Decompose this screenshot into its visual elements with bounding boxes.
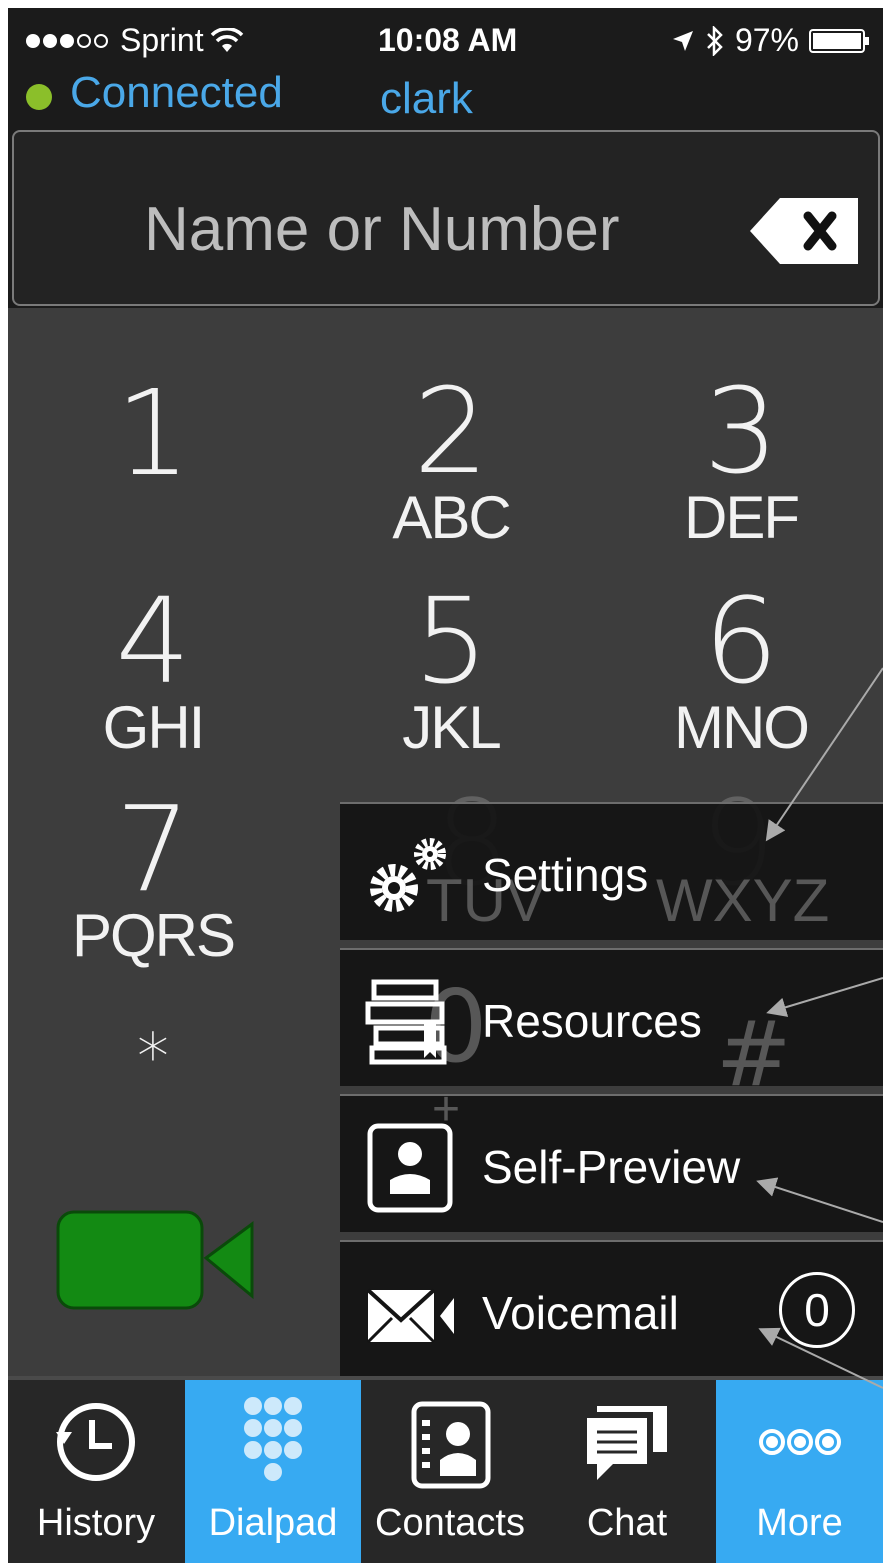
- gears-icon: [370, 838, 446, 912]
- location-arrow-icon: [672, 30, 693, 51]
- dialpad-key-3[interactable]: 3 DEF: [616, 372, 866, 548]
- dialpad-key-1[interactable]: 1: [28, 374, 278, 492]
- self-preview-icon: [367, 1123, 453, 1213]
- dialpad-key-9-letters: WXYZ: [656, 867, 830, 934]
- menu-item-settings[interactable]: TUV WXYZ Settings: [340, 802, 883, 940]
- backspace-icon[interactable]: [750, 198, 858, 264]
- tab-more[interactable]: More: [716, 1380, 883, 1563]
- menu-item-self-preview[interactable]: + Self-Preview: [340, 1083, 883, 1232]
- dialpad-icon: [244, 1397, 302, 1481]
- tab-history[interactable]: History: [8, 1380, 184, 1563]
- wifi-icon: [210, 27, 243, 52]
- phone-screen: Sprint 10:08 AM 97% Connected clark Name…: [8, 8, 883, 1563]
- tab-bar: History Dialpad Contacts Chat More: [8, 1376, 883, 1563]
- status-bar: Sprint 10:08 AM 97%: [8, 8, 883, 70]
- dialpad-key-2[interactable]: 2 ABC: [326, 372, 576, 548]
- tab-dialpad[interactable]: Dialpad: [185, 1380, 361, 1563]
- battery-icon: [809, 28, 869, 53]
- dialpad-key-4[interactable]: 4 GHI: [28, 582, 278, 758]
- more-menu: TUV WXYZ Settings 0 # Resources + Self-P…: [340, 802, 883, 1378]
- menu-item-resources[interactable]: 0 # Resources: [340, 948, 883, 1107]
- carrier-name: Sprint: [120, 22, 204, 58]
- menu-item-voicemail[interactable]: Voicemail 0: [340, 1240, 883, 1378]
- chat-icon: [587, 1406, 667, 1480]
- connection-status: Connected: [70, 68, 283, 117]
- history-icon: [56, 1403, 135, 1481]
- books-icon: [365, 979, 447, 1065]
- name-or-number-input[interactable]: Name or Number: [12, 130, 880, 306]
- voicemail-count-badge: 0: [779, 1272, 855, 1348]
- signal-strength-icon: [26, 33, 108, 48]
- tab-contacts[interactable]: Contacts: [362, 1380, 538, 1563]
- connected-status-dot: [26, 84, 52, 110]
- dialpad-key-6[interactable]: 6 MNO: [616, 582, 866, 758]
- contacts-icon: [411, 1401, 491, 1489]
- more-icon: [759, 1429, 841, 1455]
- dialpad-key-7[interactable]: 7 PQRS: [28, 790, 278, 966]
- dialpad-key-hash: #: [716, 1002, 792, 1107]
- dialpad-key-5[interactable]: 5 JKL: [326, 582, 576, 758]
- dialpad-key-star[interactable]: *: [28, 1018, 278, 1098]
- envelope-icon: [366, 1288, 454, 1344]
- username: clark: [380, 74, 473, 123]
- bluetooth-icon: [707, 25, 723, 56]
- battery-percent: 97%: [734, 22, 799, 58]
- input-placeholder: Name or Number: [144, 195, 620, 264]
- tab-chat[interactable]: Chat: [539, 1380, 715, 1563]
- video-call-button[interactable]: [56, 1210, 256, 1310]
- clock: 10:08 AM: [378, 22, 518, 58]
